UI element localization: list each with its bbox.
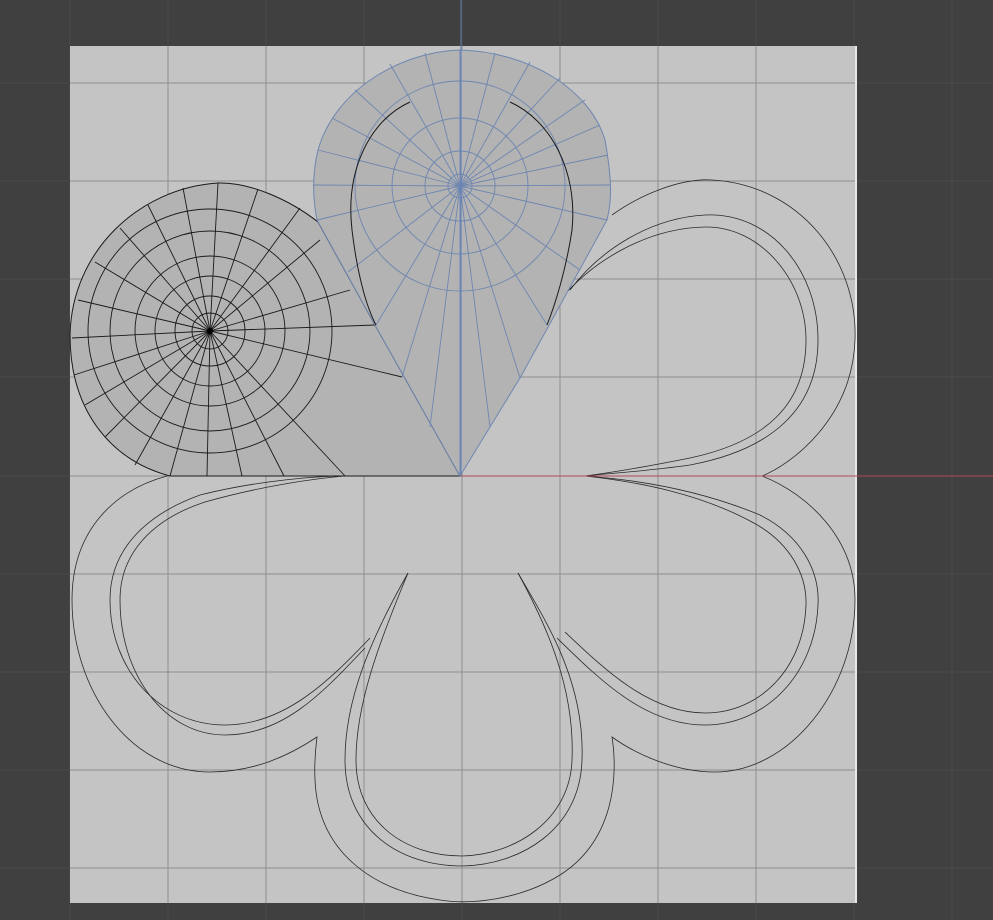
selected-island-pivot xyxy=(457,183,463,189)
left-island-pivot xyxy=(207,328,213,334)
uv-editor-canvas[interactable] xyxy=(0,0,993,920)
uv-editor-viewport[interactable] xyxy=(0,0,993,920)
